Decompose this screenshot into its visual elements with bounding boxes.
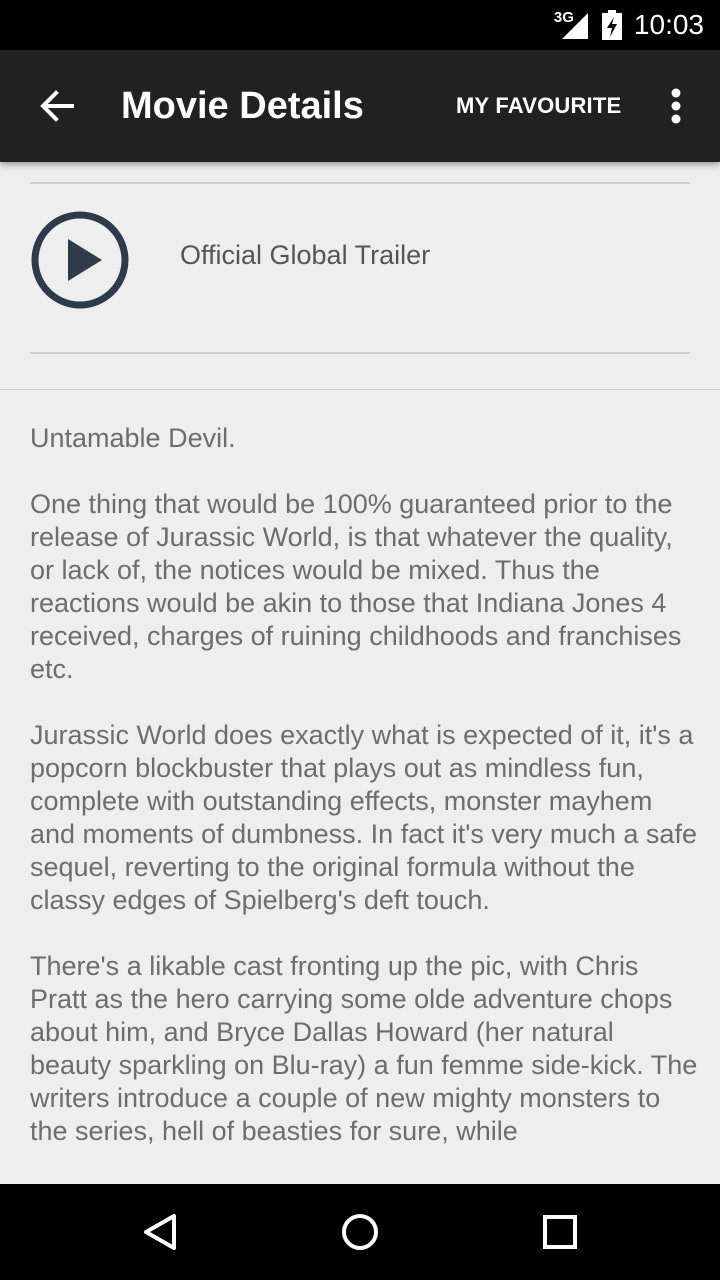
nav-home-icon[interactable]: [336, 1208, 384, 1256]
section-divider: [0, 389, 720, 390]
movie-details-content[interactable]: Official Global Trailer Untamable Devil.…: [0, 162, 720, 1184]
trailer-item[interactable]: Official Global Trailer: [0, 186, 720, 352]
review-paragraph: Jurassic World does exactly what is expe…: [30, 720, 697, 915]
arrow-back-icon: [40, 90, 74, 122]
review-paragraph: One thing that would be 100% guaranteed …: [30, 489, 682, 684]
overflow-menu-button[interactable]: [652, 78, 700, 134]
nav-recents-icon[interactable]: [536, 1208, 584, 1256]
play-circle-icon: [31, 211, 129, 309]
review-paragraph: There's a likable cast fronting up the p…: [30, 951, 698, 1146]
trailer-label: Official Global Trailer: [180, 240, 431, 270]
review-text: Untamable Devil. One thing that would be…: [30, 422, 698, 1181]
navigation-bar: [0, 1184, 720, 1280]
status-time: 10:03: [633, 9, 704, 40]
nav-back-icon[interactable]: [136, 1208, 184, 1256]
back-button[interactable]: [26, 78, 86, 134]
status-bar: 3G 10:03: [0, 0, 720, 50]
review-paragraph: Untamable Devil.: [30, 423, 236, 453]
divider: [30, 182, 690, 184]
page-title: Movie Details: [121, 85, 364, 127]
signal-icon: 3G: [554, 9, 590, 41]
divider: [30, 352, 690, 354]
more-vert-icon: [671, 88, 681, 124]
app-bar: Movie Details MY FAVOURITE: [0, 50, 720, 162]
status-icons: 3G 10:03: [554, 0, 704, 50]
my-favourite-button[interactable]: MY FAVOURITE: [456, 50, 621, 162]
battery-icon: [601, 10, 622, 40]
